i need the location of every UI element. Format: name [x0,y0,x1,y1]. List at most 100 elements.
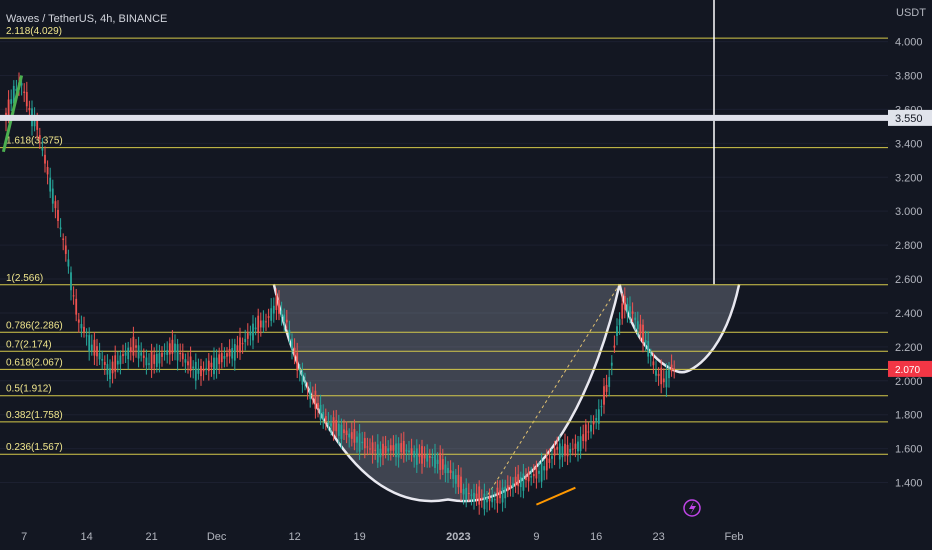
candle-body [197,368,200,374]
candle-body [356,436,358,443]
candle-body [72,295,75,297]
candle-body [519,477,522,488]
y-tick-label: 3.400 [895,138,923,150]
candle-body [259,320,262,328]
candle-body [504,486,507,499]
candle-body [369,448,371,450]
candle-body [254,327,257,330]
candle-body [553,448,556,456]
candle-body [556,446,559,450]
candle-body [358,433,361,452]
candle-body [106,364,109,375]
candle-body [384,446,387,453]
candle-body [36,120,39,130]
currency-label: USDT [896,7,926,19]
candle-body [488,496,491,502]
candle-body [389,445,392,451]
candle-body [465,487,468,500]
candle-body [470,494,473,496]
candle-body [434,454,436,468]
candle-body [194,361,197,381]
candle-body [460,476,462,493]
candle-body [101,358,104,361]
candle-body [595,417,598,421]
candle-body [402,440,405,455]
candle-body [629,306,631,317]
candle-body [499,490,501,499]
candle-body [493,499,496,501]
candle-body [413,450,416,458]
candle-body [418,454,421,457]
candle-body [7,99,10,116]
candle-body [423,454,426,459]
candle-body [517,474,520,487]
candle-body [660,367,663,385]
fib-label: 0.7(2.174) [6,339,52,350]
candle-body [405,449,408,452]
candle-body [649,354,652,357]
candle-body [340,424,343,439]
candle-body [636,321,639,330]
x-tick-label: 7 [21,531,27,543]
candle-body [475,493,478,499]
candle-body [244,338,247,343]
candle-body [75,298,78,315]
candle-body [538,470,540,474]
candle-body [330,423,332,427]
candle-body [304,382,306,384]
y-tick-label: 2.000 [895,376,923,388]
candle-body [155,353,158,367]
candle-body [327,422,330,425]
candle-body [600,406,603,408]
candle-body [397,443,400,458]
candle-body [181,353,184,360]
candle-body [610,362,613,366]
candle-body [41,148,44,151]
x-tick-label: 14 [80,531,92,543]
candle-body [111,361,114,374]
candle-body [395,443,397,458]
candle-body [512,483,514,487]
candle-body [673,368,676,370]
candle-body [249,331,252,336]
candle-body [163,353,166,355]
candle-body [348,433,351,438]
candle-body [166,350,169,355]
candle-body [54,201,57,209]
candle-body [176,344,179,361]
candle-body [363,438,366,449]
candle-body [574,443,577,449]
candle-body [527,472,530,482]
candle-body [218,354,221,365]
candle-body [483,493,486,510]
candle-body [158,353,161,364]
candle-body [38,135,41,140]
candle-body [447,467,449,474]
candle-body [473,492,475,502]
candle-body [161,352,163,357]
candle-body [301,371,304,385]
candle-body [532,473,535,477]
candle-body [639,324,642,334]
candle-body [319,404,322,420]
candle-body [62,238,65,241]
candle-body [257,315,260,333]
candle-body [103,361,106,365]
x-tick-label: 2023 [446,531,470,543]
candle-body [371,442,374,454]
candle-body [184,359,187,363]
candle-body [200,365,202,377]
candle-body [223,356,226,359]
candle-body [210,362,213,368]
candle-body [283,314,286,322]
candle-body [171,339,174,354]
candle-body [558,443,561,460]
candle-body [540,462,543,482]
candle-body [64,245,67,254]
candle-body [114,355,117,372]
candle-body [272,305,275,314]
candle-body [332,417,335,431]
candle-body [387,448,390,452]
candle-body [616,326,618,336]
candle-body [361,441,364,444]
